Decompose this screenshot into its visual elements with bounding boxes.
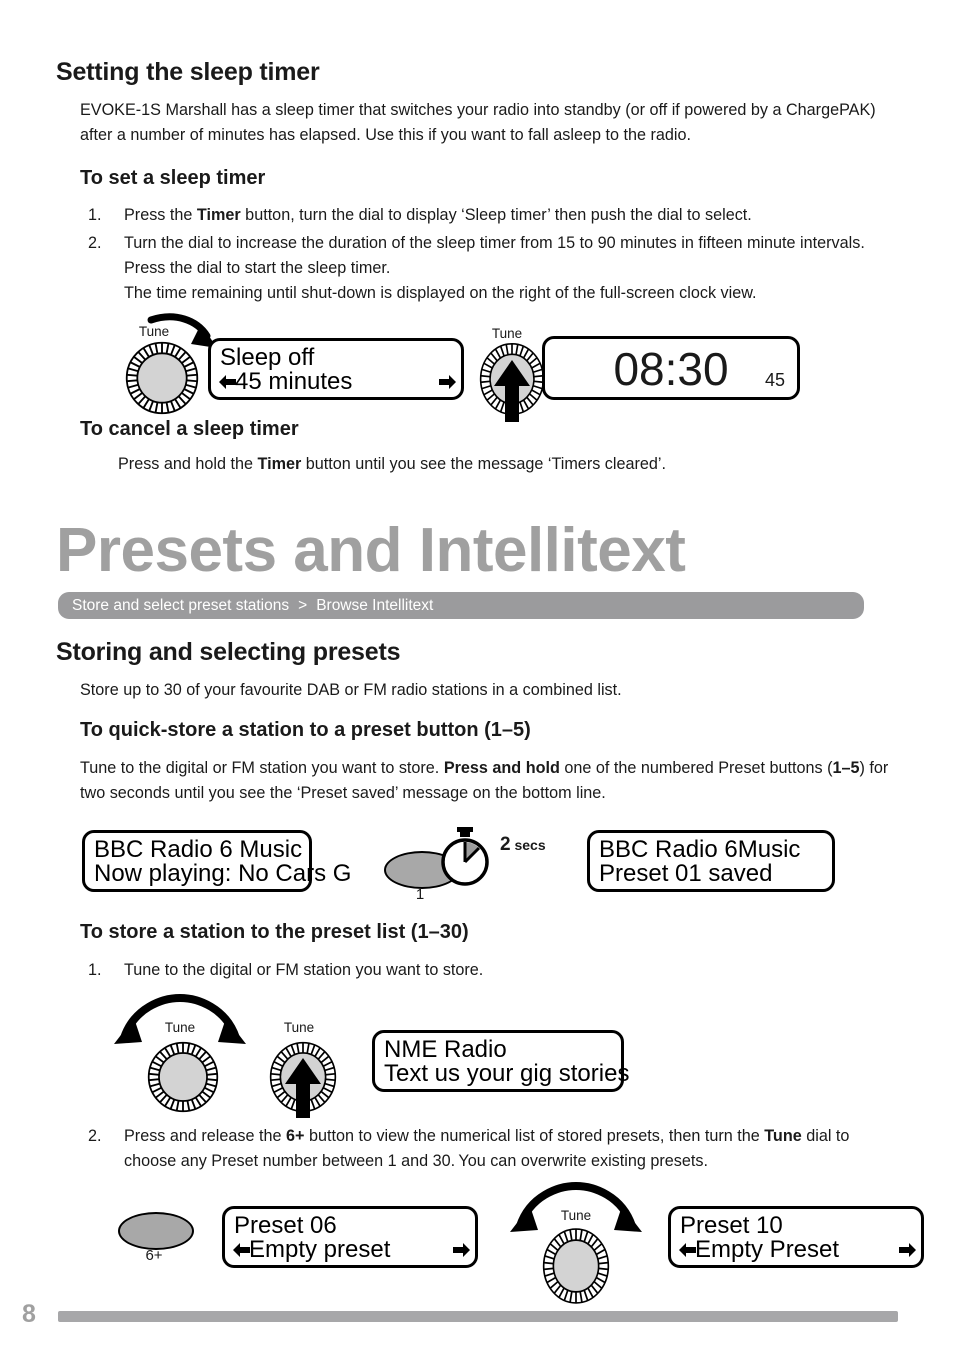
arrow-left-icon <box>233 1243 250 1257</box>
tune-dial-knob-icon[interactable] <box>542 1228 610 1304</box>
manual-page: Setting the sleep timer EVOKE-1S Marshal… <box>0 0 954 1354</box>
text-run: button, turn the dial to display ‘Sleep … <box>240 206 752 224</box>
lcd-line-2: Empty Preset <box>695 1236 840 1263</box>
heading-storing-and-selecting-presets: Storing and selecting presets <box>56 638 401 666</box>
clock-time: 08:30 <box>613 343 729 395</box>
footer-rule <box>58 1311 898 1322</box>
emphasis-text: Tune <box>764 1127 802 1145</box>
dial-label-tune-2: Tune <box>491 326 523 341</box>
quick-store-instruction-text: Tune to the digital or FM station you wa… <box>80 756 900 806</box>
tune-dial-1[interactable] <box>125 341 199 415</box>
lcd-line-2: Now playing: No Cars G <box>94 860 352 887</box>
dial-label-tune-1: Tune <box>138 324 170 339</box>
dial-label-tune-2: Tune <box>283 1020 315 1035</box>
lcd-line-2: Preset 01 saved <box>599 860 773 887</box>
arrow-right-icon <box>453 1243 470 1257</box>
quick-store-diagram: BBC Radio 6 Music Now playing: No Cars G… <box>82 827 842 904</box>
tune-dial-knob-icon[interactable] <box>125 341 199 415</box>
emphasis-text: 6+ <box>285 1127 305 1145</box>
cancel-sleep-timer-text: Press and hold the Timer button until yo… <box>118 452 908 477</box>
clock-minutes-remaining: 45 <box>764 370 785 390</box>
heading-to-set-a-sleep-timer: To set a sleep timer <box>80 167 266 189</box>
heading-to-cancel-a-sleep-timer: To cancel a sleep timer <box>80 418 299 440</box>
arrow-left-icon <box>679 1243 696 1257</box>
list-item-text: Press and release the 6+ button to view … <box>124 1127 849 1170</box>
preset-list-diagram: 6+ Preset 06 Empty preset Tune Preset 10… <box>118 1181 924 1304</box>
breadcrumb-item-browse-intellitext[interactable]: Browse Intellitext <box>316 597 433 615</box>
list-item-text: Press the Timer button, turn the dial to… <box>124 206 752 224</box>
text-run: one of the numbered Preset buttons ( <box>559 759 833 777</box>
list-item-number: 1. <box>88 961 102 979</box>
breadcrumb-item-store-select[interactable]: Store and select preset stations <box>72 597 289 615</box>
heading-store-station-preset-list: To store a station to the preset list (1… <box>80 921 469 943</box>
lcd-nme-radio-display: NME Radio Text us your gig stories <box>372 1030 629 1092</box>
storing-presets-intro-text: Store up to 30 of your favourite DAB or … <box>80 681 622 699</box>
list-item-number: 2. <box>88 1127 102 1145</box>
list-item-text: Tune to the digital or FM station you wa… <box>124 961 483 979</box>
text-run: Press the <box>124 206 197 224</box>
breadcrumb-separator: > <box>298 596 308 614</box>
lcd-line-2: Text us your gig stories <box>384 1060 630 1087</box>
lcd-now-playing-display: BBC Radio 6 Music Now playing: No Cars G <box>82 830 351 892</box>
list-item: 2. Turn the dial to increase the duration… <box>80 231 890 306</box>
tune-dial-knob-icon[interactable] <box>147 1041 219 1113</box>
lcd-line-2: Empty preset <box>249 1236 391 1263</box>
lcd-clock-display: 08:30 45 <box>542 336 800 400</box>
tune-dial[interactable] <box>542 1228 610 1304</box>
dial-label-tune: Tune <box>560 1208 592 1223</box>
preset-button-6plus-label: 6+ <box>145 1247 163 1264</box>
arrow-left-icon <box>219 375 236 389</box>
dial-label-tune-1: Tune <box>164 1020 196 1035</box>
list-item: 1. Press the Timer button, turn the dial … <box>80 203 890 228</box>
emphasis-text: Timer <box>196 206 241 224</box>
hold-duration-value: 2 <box>500 834 511 855</box>
heading-setting-sleep-timer: Setting the sleep timer <box>56 58 320 86</box>
preset-button-6plus[interactable] <box>118 1212 194 1250</box>
text-run: button to view the numerical list of sto… <box>304 1127 765 1145</box>
text-run: Press and release the <box>124 1127 286 1145</box>
list-item: 2. Press and release the 6+ button to vie… <box>80 1124 890 1174</box>
push-dial-arrow-icon <box>494 360 530 422</box>
lcd-preset-06-display: Preset 06 Empty preset <box>222 1206 478 1268</box>
arrow-right-icon <box>899 1243 916 1257</box>
tune-dial-1[interactable] <box>147 1041 219 1113</box>
text-run: Turn the dial to increase the duration o… <box>124 234 865 277</box>
heading-quick-store-station: To quick-store a station to a preset but… <box>80 719 531 741</box>
emphasis-text: Timer <box>257 455 302 473</box>
stopwatch-icon <box>441 827 489 886</box>
lcd-line-2: 45 minutes <box>235 368 353 395</box>
breadcrumb: Store and select preset stations > Brows… <box>58 592 864 619</box>
preset-tune-diagram: Tune Tune NME Radio Text us your gig sto… <box>100 993 660 1118</box>
list-item-text: Turn the dial to increase the duration o… <box>124 234 865 302</box>
push-dial-arrow-icon <box>285 1058 321 1118</box>
list-item-number: 1. <box>88 206 102 224</box>
text-run: button until you see the message ‘Timers… <box>301 455 666 473</box>
chapter-title-presets-and-intellitext: Presets and Intellitext <box>56 516 686 585</box>
emphasis-text: Press and hold <box>443 759 560 777</box>
sleep-timer-intro-text: EVOKE-1S Marshall has a sleep timer that… <box>80 101 876 144</box>
text-run: The time remaining until shut-down is di… <box>124 284 757 302</box>
preset-list-step-1: 1. Tune to the digital or FM station you … <box>80 958 890 986</box>
list-item-number: 2. <box>88 234 102 252</box>
hold-duration-unit: secs <box>514 837 546 853</box>
arrow-right-icon <box>439 375 456 389</box>
text-run: Press and hold the <box>118 455 258 473</box>
emphasis-text: 1–5 <box>832 759 860 777</box>
lcd-preset-10-display: Preset 10 Empty Preset <box>668 1206 924 1268</box>
lcd-preset-saved-display: BBC Radio 6Music Preset 01 saved <box>587 830 835 892</box>
sleep-timer-steps-list: 1. Press the Timer button, turn the dial … <box>80 203 890 309</box>
text-run: Tune to the digital or FM station you wa… <box>80 759 444 777</box>
hold-duration-label: 2 secs <box>500 834 546 856</box>
lcd-sleep-timer-display: Sleep off 45 minutes <box>208 338 464 400</box>
page-number: 8 <box>22 1300 36 1328</box>
preset-list-step-2: 2. Press and release the 6+ button to vie… <box>80 1124 890 1177</box>
sleep-timer-diagram: Tune Sleep off 45 minutes Tune 08:30 45 <box>110 313 820 422</box>
list-item: 1. Tune to the digital or FM station you … <box>80 958 890 983</box>
text-run: Tune to the digital or FM station you wa… <box>124 961 484 979</box>
